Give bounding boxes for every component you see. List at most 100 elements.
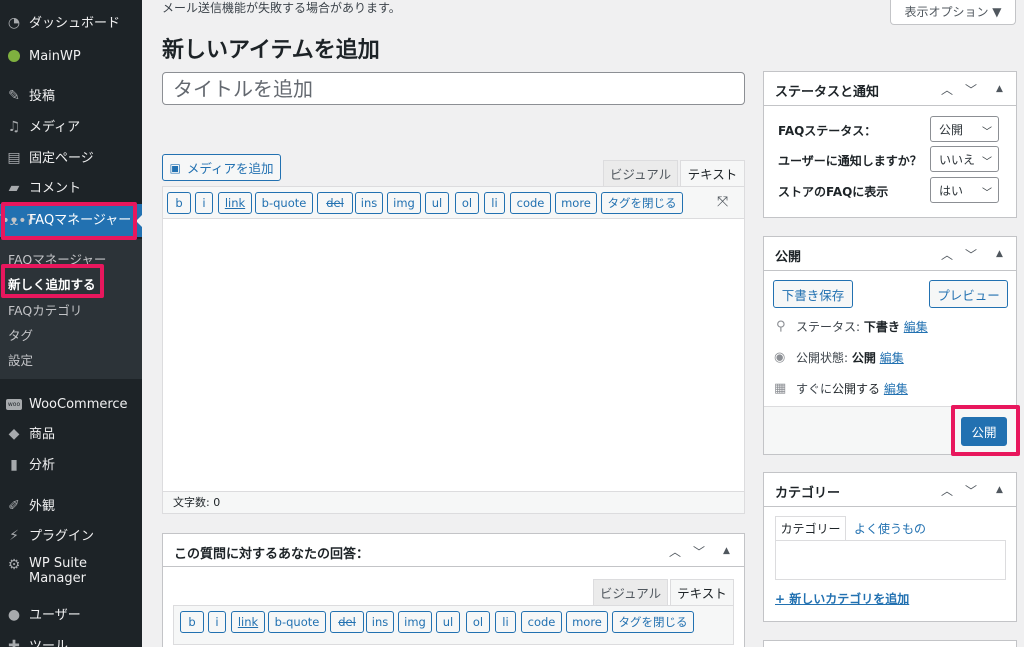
- edit-status-link[interactable]: 編集: [904, 318, 928, 335]
- highlight-add-new: [1, 264, 104, 298]
- quicktags-toolbar: b i link b-quote del ins img ul ol li co…: [163, 187, 744, 219]
- word-count: 文字数: 0: [163, 491, 744, 513]
- qt-ul-button[interactable]: ul: [425, 192, 449, 214]
- qt-img-button[interactable]: img: [387, 192, 421, 214]
- qt-close-tags-button[interactable]: タグを閉じる: [601, 192, 683, 214]
- answer-qt-more-button[interactable]: more: [566, 611, 608, 633]
- answer-qt-close-tags-button[interactable]: タグを閉じる: [612, 611, 694, 633]
- category-tab-all[interactable]: カテゴリー: [775, 516, 846, 540]
- answer-qt-ul-button[interactable]: ul: [436, 611, 460, 633]
- answer-qt-ol-button[interactable]: ol: [466, 611, 490, 633]
- notify-user-select[interactable]: いいえ ﹀: [930, 146, 999, 172]
- answer-qt-img-button[interactable]: img: [398, 611, 432, 633]
- nav-pages[interactable]: ▤ 固定ページ: [0, 143, 142, 173]
- edit-schedule-link[interactable]: 編集: [884, 380, 908, 397]
- collapse-icon[interactable]: ▲: [996, 84, 1003, 94]
- category-header: カテゴリー ︿ ﹀ ▲: [764, 473, 1016, 507]
- plugin-icon: ⚡: [9, 528, 19, 544]
- wrench-icon: ✚: [8, 638, 20, 647]
- category-tab-popular[interactable]: よく使うもの: [854, 520, 926, 537]
- nav-plugins[interactable]: ⚡ プラグイン: [0, 521, 142, 551]
- status-notify-header: ステータスと通知 ︿ ﹀ ▲: [764, 72, 1016, 106]
- answer-qt-del-button[interactable]: del: [330, 611, 364, 633]
- qt-italic-button[interactable]: i: [195, 192, 213, 214]
- show-in-store-select[interactable]: はい ﹀: [930, 177, 999, 203]
- chevron-down-icon: ﹀: [982, 188, 992, 199]
- eye-icon: ◉: [774, 350, 786, 365]
- fullscreen-icon[interactable]: ⤧: [717, 194, 728, 210]
- nav-mainwp[interactable]: MainWP: [0, 41, 142, 71]
- qt-li-button[interactable]: li: [484, 192, 505, 214]
- move-down-icon[interactable]: ﹀: [965, 81, 977, 98]
- nav-tools[interactable]: ✚ ツール: [0, 631, 142, 647]
- add-media-icon: ▣: [169, 160, 181, 175]
- answer-qt-italic-button[interactable]: i: [208, 611, 226, 633]
- collapse-icon[interactable]: ▲: [996, 249, 1003, 259]
- user-icon: ●: [7, 607, 21, 623]
- move-down-icon[interactable]: ﹀: [965, 246, 977, 263]
- move-up-icon[interactable]: ︿: [669, 543, 681, 560]
- qt-code-button[interactable]: code: [510, 192, 551, 214]
- submenu-tags[interactable]: タグ: [8, 325, 33, 344]
- answer-postbox-header: この質問に対するあなたの回答： ︿ ﹀ ▲: [163, 534, 744, 567]
- answer-qt-code-button[interactable]: code: [521, 611, 562, 633]
- save-draft-button[interactable]: 下書き保存: [773, 280, 853, 308]
- move-down-icon[interactable]: ﹀: [693, 543, 705, 560]
- collapse-icon[interactable]: ▲: [723, 546, 730, 556]
- woo-icon: woo: [6, 398, 22, 410]
- faq-status-label: FAQステータス：: [778, 124, 877, 138]
- answer-qt-ins-button[interactable]: ins: [366, 611, 394, 633]
- nav-products[interactable]: ◆ 商品: [0, 419, 142, 449]
- collapse-icon[interactable]: ▲: [996, 485, 1003, 495]
- answer-qt-li-button[interactable]: li: [495, 611, 516, 633]
- answer-tab-text[interactable]: テキスト: [670, 579, 734, 605]
- category-postbox: カテゴリー ︿ ﹀ ▲ カテゴリー よく使うもの + 新しいカテゴリを追加: [763, 472, 1017, 622]
- move-up-icon[interactable]: ︿: [941, 246, 953, 263]
- edit-visibility-link[interactable]: 編集: [880, 349, 904, 366]
- add-media-button[interactable]: ▣ メディアを追加: [162, 154, 281, 181]
- answer-qt-bquote-button[interactable]: b-quote: [268, 611, 326, 633]
- nav-wp-suite-manager[interactable]: ⚙ WP Suite Manager: [0, 556, 142, 596]
- qt-more-button[interactable]: more: [555, 192, 597, 214]
- nav-comments[interactable]: ▰ コメント: [0, 173, 142, 203]
- answer-qt-link-button[interactable]: link: [231, 611, 265, 633]
- qt-bquote-button[interactable]: b-quote: [255, 192, 313, 214]
- move-up-icon[interactable]: ︿: [941, 81, 953, 98]
- answer-qt-bold-button[interactable]: b: [180, 611, 204, 633]
- tab-text[interactable]: テキスト: [680, 160, 745, 186]
- publish-title: 公開: [775, 250, 802, 265]
- nav-posts[interactable]: ✎ 投稿: [0, 81, 142, 111]
- screen-options-button[interactable]: 表示オプション ▼: [890, 0, 1016, 25]
- preview-button[interactable]: プレビュー: [929, 280, 1008, 308]
- gear-icon: ⚙: [7, 557, 21, 573]
- chevron-down-icon: ﹀: [982, 127, 992, 138]
- status-notify-title: ステータスと通知: [775, 85, 880, 100]
- move-up-icon[interactable]: ︿: [941, 482, 953, 499]
- nav-appearance[interactable]: ✐ 外観: [0, 491, 142, 521]
- nav-users[interactable]: ● ユーザー: [0, 600, 142, 630]
- submenu-settings[interactable]: 設定: [8, 350, 33, 369]
- qt-ol-button[interactable]: ol: [455, 192, 479, 214]
- move-down-icon[interactable]: ﹀: [965, 482, 977, 499]
- pin-icon: ✎: [8, 88, 20, 104]
- qt-link-button[interactable]: link: [218, 192, 252, 214]
- answer-postbox-title: この質問に対するあなたの回答：: [174, 547, 370, 562]
- qt-ins-button[interactable]: ins: [355, 192, 383, 214]
- tab-visual[interactable]: ビジュアル: [603, 160, 678, 186]
- submenu-faq-category[interactable]: FAQカテゴリ: [8, 300, 82, 319]
- show-in-store-label: ストアのFAQに表示: [778, 185, 889, 199]
- status-row: ⚲ ステータス: 下書き 編集: [776, 318, 928, 335]
- add-new-category-link[interactable]: + 新しいカテゴリを追加: [775, 590, 909, 607]
- admin-notice: メール送信機能が失敗する場合があります。: [162, 1, 401, 15]
- nav-analytics[interactable]: ▮ 分析: [0, 450, 142, 480]
- qt-bold-button[interactable]: b: [167, 192, 191, 214]
- faq-status-select[interactable]: 公開 ﹀: [930, 116, 999, 142]
- nav-dashboard[interactable]: ◔ ダッシュボード: [0, 8, 142, 38]
- nav-media[interactable]: ♫ メディア: [0, 112, 142, 142]
- qt-del-button[interactable]: del: [317, 192, 353, 214]
- title-input[interactable]: [162, 72, 745, 105]
- nav-woocommerce[interactable]: woo WooCommerce: [0, 389, 142, 419]
- answer-tab-visual[interactable]: ビジュアル: [593, 579, 668, 605]
- notify-user-label: ユーザーに通知しますか？: [778, 154, 922, 168]
- highlight-publish-button: [951, 405, 1020, 456]
